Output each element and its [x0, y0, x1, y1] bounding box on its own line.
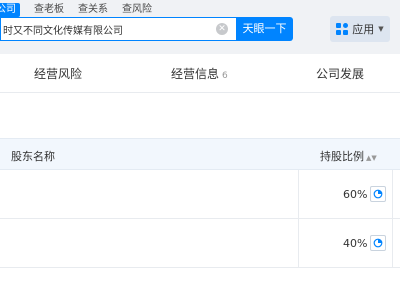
content-spacer [0, 93, 400, 138]
column-divider [298, 219, 299, 267]
nav-item-count: 6 [222, 71, 228, 81]
search-box: ✕ [0, 17, 236, 41]
share-ratio: 60% [343, 188, 368, 201]
table-row: 60% [0, 170, 400, 219]
apps-grid-icon [336, 23, 349, 35]
nav-item-company-development[interactable]: 公司发展 [316, 67, 364, 81]
pie-chart-icon [373, 189, 383, 199]
nav-item-business-risk[interactable]: 经营风险 [34, 67, 82, 81]
share-ratio: 40% [343, 237, 368, 250]
column-header-label: 持股比例 [320, 150, 364, 163]
sort-icon[interactable]: ▲▼ [366, 154, 377, 162]
section-nav: 经营风险 经营信息 6 公司发展 [0, 55, 400, 93]
column-divider [298, 170, 299, 218]
nav-item-label: 公司发展 [316, 67, 365, 81]
nav-item-label: 经营风险 [34, 67, 83, 81]
clear-icon[interactable]: ✕ [216, 23, 228, 35]
column-header-shareholder-name: 股东名称 [11, 150, 55, 163]
search-button[interactable]: 天眼一下 [236, 17, 293, 41]
search-input[interactable] [1, 19, 206, 39]
table-header: 股东名称 持股比例 ▲▼ [0, 138, 400, 170]
chevron-down-icon: ▼ [378, 25, 384, 33]
table-row: 40% [0, 219, 400, 268]
column-divider [392, 170, 393, 218]
nav-item-business-info[interactable]: 经营信息 6 [171, 67, 228, 83]
apps-button[interactable]: 应用 ▼ [330, 16, 390, 42]
column-header-share-ratio[interactable]: 持股比例 ▲▼ [320, 148, 377, 164]
pie-chart-button[interactable] [370, 235, 386, 251]
nav-item-label: 经营信息 [171, 67, 220, 81]
tab-relations[interactable]: 查关系 [78, 3, 108, 17]
pie-chart-icon [373, 238, 383, 248]
apps-label: 应用 [352, 23, 375, 36]
pie-chart-button[interactable] [370, 186, 386, 202]
tab-boss[interactable]: 查老板 [34, 3, 64, 17]
top-header: 公司 查老板 查关系 查风险 ✕ 天眼一下 应用 ▼ [0, 0, 400, 54]
tab-company[interactable]: 公司 [0, 3, 20, 17]
tab-risk[interactable]: 查风险 [122, 3, 152, 17]
column-divider [392, 219, 393, 267]
search-tabs: 公司 查老板 查关系 查风险 [0, 3, 166, 17]
shareholder-table: 股东名称 持股比例 ▲▼ 60% 40% [0, 138, 400, 268]
